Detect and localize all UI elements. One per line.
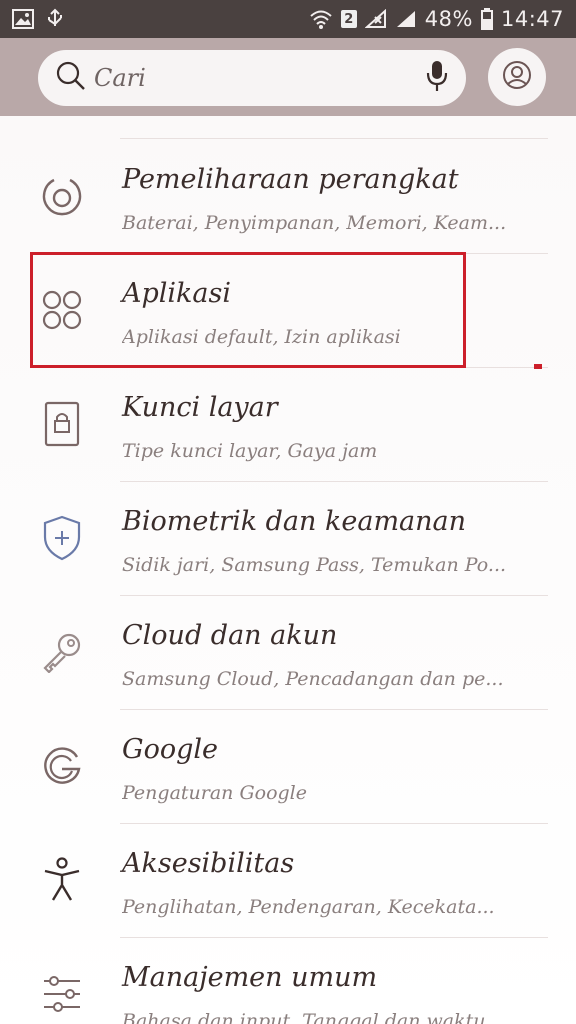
item-title: Google xyxy=(122,734,218,765)
item-subtitle: Bahasa dan input, Tanggal dan waktu... xyxy=(122,1010,504,1024)
gallery-notification-icon xyxy=(12,9,34,29)
settings-item-biometrics-security[interactable]: Biometrik dan keamanan Sidik jari, Samsu… xyxy=(0,482,576,596)
signal-no-sim-icon xyxy=(364,9,387,29)
item-title: Pemeliharaan perangkat xyxy=(122,164,459,195)
item-title: Kunci layar xyxy=(122,392,278,423)
item-subtitle: Sidik jari, Samsung Pass, Temukan Po... xyxy=(122,554,507,576)
item-subtitle: Penglihatan, Pendengaran, Kecekata... xyxy=(122,896,495,918)
settings-item-google[interactable]: Google Pengaturan Google xyxy=(0,710,576,824)
item-subtitle: Aplikasi default, Izin aplikasi xyxy=(122,326,401,348)
settings-list: Pemeliharaan perangkat Baterai, Penyimpa… xyxy=(0,116,576,1024)
signal-icon xyxy=(395,9,417,29)
scroll-indicator xyxy=(534,364,542,369)
settings-item-device-care[interactable]: Pemeliharaan perangkat Baterai, Penyimpa… xyxy=(0,140,576,254)
sim-slot-badge: 2 xyxy=(340,10,357,28)
search-icon xyxy=(56,61,86,95)
item-title: Biometrik dan keamanan xyxy=(122,506,467,537)
shield-icon xyxy=(38,512,86,564)
settings-item-lock-screen[interactable]: Kunci layar Tipe kunci layar, Gaya jam xyxy=(0,368,576,482)
google-icon xyxy=(38,740,86,792)
status-bar: 2 48% 14:47 xyxy=(0,0,576,38)
search-input[interactable]: Cari xyxy=(38,50,466,106)
item-title: Cloud dan akun xyxy=(122,620,338,651)
battery-icon xyxy=(480,8,493,30)
item-subtitle: Baterai, Penyimpanan, Memori, Keam... xyxy=(122,212,507,234)
sliders-icon xyxy=(38,968,86,1020)
accessibility-icon xyxy=(38,854,86,906)
battery-percent: 48% xyxy=(424,7,473,31)
search-header: Cari xyxy=(0,38,576,116)
device-care-icon xyxy=(38,170,86,222)
user-icon xyxy=(502,60,532,94)
settings-item-cloud-accounts[interactable]: Cloud dan akun Samsung Cloud, Pencadanga… xyxy=(0,596,576,710)
item-title: Aksesibilitas xyxy=(122,848,295,879)
item-subtitle: Samsung Cloud, Pencadangan dan pe... xyxy=(122,668,504,690)
search-placeholder: Cari xyxy=(94,64,146,92)
item-subtitle: Pengaturan Google xyxy=(122,782,307,804)
apps-icon xyxy=(38,284,86,336)
clock: 14:47 xyxy=(500,7,564,31)
key-icon xyxy=(38,626,86,678)
settings-item-apps[interactable]: Aplikasi Aplikasi default, Izin aplikasi xyxy=(0,254,576,368)
item-subtitle: Tipe kunci layar, Gaya jam xyxy=(122,440,378,462)
usb-notification-icon xyxy=(44,8,66,30)
divider xyxy=(120,138,548,139)
settings-item-accessibility[interactable]: Aksesibilitas Penglihatan, Pendengaran, … xyxy=(0,824,576,938)
settings-item-general-management[interactable]: Manajemen umum Bahasa dan input, Tanggal… xyxy=(0,938,576,1024)
item-title: Aplikasi xyxy=(122,278,232,309)
wifi-icon xyxy=(309,9,333,29)
microphone-icon[interactable] xyxy=(426,59,448,97)
profile-button[interactable] xyxy=(488,48,546,106)
lock-screen-icon xyxy=(38,398,86,450)
item-title: Manajemen umum xyxy=(122,962,378,993)
